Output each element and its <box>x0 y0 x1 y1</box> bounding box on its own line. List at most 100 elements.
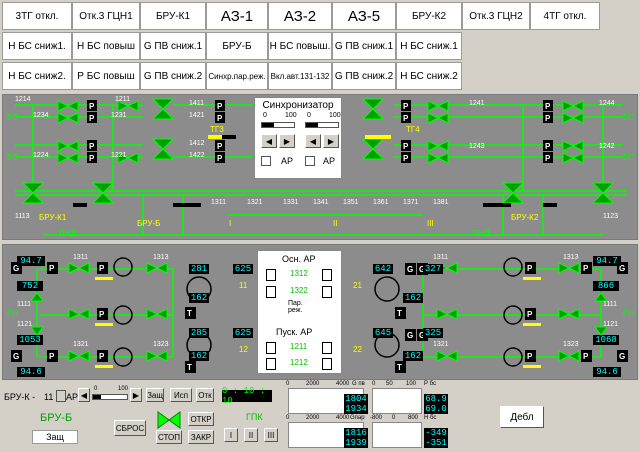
pusk-ar-switch-4[interactable] <box>322 358 332 370</box>
hbs-value-1: -349 <box>424 428 448 438</box>
alarm-az1: АЗ-1 <box>206 2 268 30</box>
svg-text:P: P <box>217 102 223 111</box>
alarm-sync-par: Синхр.пар.реж. <box>206 62 268 90</box>
osn-ar-title: Осн. АР <box>282 254 316 264</box>
svg-text:P: P <box>99 310 105 319</box>
gpk-ii-button[interactable]: II <box>244 428 258 442</box>
sbros-button[interactable]: СБРОС <box>114 420 146 436</box>
sync-right-arrow-1[interactable]: ▶ <box>279 134 295 148</box>
ar-control-panel: Осн. АР 1312 1322 Пар. реж. Пуск. АР 121… <box>257 250 342 374</box>
osn-ar-switch-1[interactable] <box>266 269 276 281</box>
osn-ar-switch-3[interactable] <box>266 286 276 298</box>
svg-text:G: G <box>13 352 19 361</box>
svg-text:P: P <box>217 114 223 123</box>
label-l-1321: 1321 <box>73 341 89 348</box>
alarm-p-bs-high: Р БС повыш <box>72 62 140 90</box>
bru-k-left-arrow[interactable]: ◀ <box>78 388 90 402</box>
label-bru-k2: БРУ-К2 <box>511 213 539 222</box>
gpk-i-button[interactable]: I <box>224 428 238 442</box>
label-l-1313: 1313 <box>153 254 169 261</box>
sync-right-arrow-2[interactable]: ▶ <box>323 134 339 148</box>
label-1421: 1421 <box>189 112 205 119</box>
label-bru-b: БРУ-Б <box>137 219 161 228</box>
sync-ar-checkbox-2[interactable] <box>305 156 315 166</box>
section-iii: III <box>427 219 434 228</box>
sync-scale-min-2: 0 <box>307 112 311 119</box>
label-1371: 1371 <box>403 199 419 206</box>
gpit-value-1: 1816 <box>344 428 368 438</box>
alarm-bru-k2: БРУ-К2 <box>396 2 462 30</box>
gen21-value-c: 162 <box>403 293 423 303</box>
otk-button[interactable]: Отк <box>196 388 214 402</box>
label-bs-2: БС <box>7 153 18 162</box>
label-l-1121: 1121 <box>17 321 33 328</box>
label-1211: 1211 <box>115 96 131 103</box>
lcd-right-2: 866 <box>593 281 619 291</box>
sync-slider-1[interactable] <box>261 122 295 128</box>
label-p-bs: Р бс <box>424 381 437 387</box>
gpk-iii-button[interactable]: III <box>264 428 278 442</box>
pusk-ar-switch-3[interactable] <box>266 358 276 370</box>
bru-b-zashch-status: Защ <box>32 430 78 444</box>
scale-gpit-tick-0: 0 <box>286 415 290 421</box>
label-h-bs: Н бс <box>424 415 437 421</box>
pusk-ar-title: Пуск. АР <box>276 327 313 337</box>
alarm-h-bs-low1-r: Н БС сниж.1 <box>396 32 462 60</box>
sync-ar-label-1: АР <box>281 156 294 166</box>
svg-text:P: P <box>49 264 55 273</box>
osn-ar-switch-2[interactable] <box>322 269 332 281</box>
lcd-left-3: 1053 <box>17 335 43 345</box>
gen12-value-b: 625 <box>233 328 253 338</box>
sync-ar-label-2: АР <box>323 156 336 166</box>
sync-ar-checkbox-1[interactable] <box>261 156 271 166</box>
bru-k-label: БРУ-К - <box>4 392 36 402</box>
svg-text:P: P <box>403 154 409 163</box>
label-pn-left: ПН <box>7 309 19 318</box>
gen-22-label: 22 <box>353 345 362 354</box>
bru-k-ar-checkbox[interactable] <box>56 390 66 402</box>
stop-button[interactable]: СТОП <box>156 430 182 444</box>
label-1351: 1351 <box>343 199 359 206</box>
pbs-value-1: 68.9 <box>424 394 448 404</box>
sync-left-arrow-2[interactable]: ◀ <box>305 134 321 148</box>
scale-hbs-tick-1: 0 <box>392 415 396 421</box>
osn-ar-switch-4[interactable] <box>322 286 332 298</box>
label-1234: 1234 <box>33 112 49 119</box>
label-l-1311: 1311 <box>73 254 89 261</box>
label-1422: 1422 <box>189 152 205 159</box>
pusk-ar-value-1: 1211 <box>290 342 308 351</box>
lcd-left-1: 94.7 <box>17 256 45 266</box>
svg-text:G: G <box>619 352 625 361</box>
svg-text:P: P <box>583 264 589 273</box>
label-1412: 1412 <box>189 140 205 147</box>
bru-k-right-arrow[interactable]: ▶ <box>130 388 142 402</box>
gen22-value-c: 162 <box>403 351 423 361</box>
pusk-ar-switch-2[interactable] <box>322 342 332 354</box>
pusk-ar-switch-1[interactable] <box>266 342 276 354</box>
alarm-g-pv-low2: G ПВ сниж.2 <box>140 62 206 90</box>
alarm-h-bs-low2: Н БС сниж2. <box>2 62 72 90</box>
label-pn-right: ПН <box>623 309 635 318</box>
isp-button[interactable]: Исп <box>170 388 192 402</box>
sync-slider-2[interactable] <box>305 122 339 128</box>
svg-text:P: P <box>527 264 533 273</box>
otkr-button[interactable]: ОТКР <box>188 412 214 426</box>
bru-k-slider[interactable] <box>92 394 128 400</box>
alarm-h-bs-high2: Н БС повыш. <box>268 32 332 60</box>
label-bs-1: БС <box>7 113 18 122</box>
gen-12-label: 12 <box>239 345 248 354</box>
svg-text:P: P <box>545 114 551 123</box>
sync-left-arrow-1[interactable]: ◀ <box>261 134 277 148</box>
gpv-value-1: 1804 <box>344 394 368 404</box>
debl-button[interactable]: Дебл <box>500 406 544 428</box>
svg-text:P: P <box>49 352 55 361</box>
svg-text:T: T <box>187 363 192 372</box>
zashch-button[interactable]: Защ <box>146 388 164 402</box>
gen21-value-b: 327 <box>423 264 443 274</box>
gen12-value-c: 162 <box>189 351 209 361</box>
turbine-tg3: ТГ3 <box>210 125 224 134</box>
svg-text:P: P <box>545 102 551 111</box>
alarm-gcn1-off: Отк.3 ГЦН1 <box>72 2 140 30</box>
svg-text:P: P <box>89 114 95 123</box>
zakr-button[interactable]: ЗАКР <box>188 430 214 444</box>
